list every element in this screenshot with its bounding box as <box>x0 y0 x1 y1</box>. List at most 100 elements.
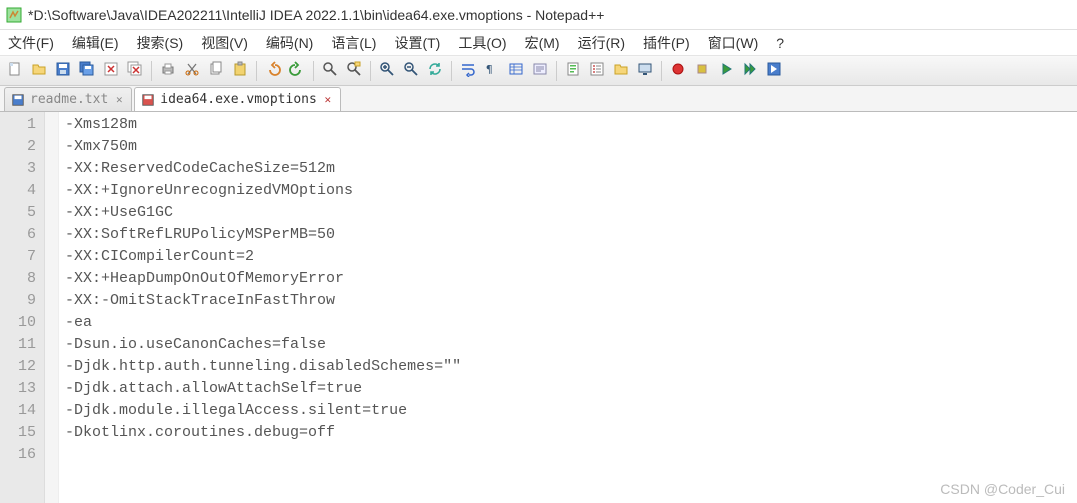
replace-button[interactable] <box>343 60 365 82</box>
close-icon <box>103 61 119 80</box>
code-line[interactable]: -ea <box>65 312 1071 334</box>
open-file-button[interactable] <box>28 60 50 82</box>
tab-label: readme.txt <box>30 92 108 107</box>
menu-item-9[interactable]: 运行(R) <box>578 33 625 53</box>
print-icon <box>160 61 176 80</box>
find-button[interactable] <box>319 60 341 82</box>
save-macro-icon <box>766 61 782 80</box>
save-macro-button[interactable] <box>763 60 785 82</box>
close-button[interactable] <box>100 60 122 82</box>
code-line[interactable]: -XX:+UseG1GC <box>65 202 1071 224</box>
menu-bar: 文件(F) 编辑(E) 搜索(S) 视图(V) 编码(N) 语言(L) 设置(T) 工具(O)… <box>0 30 1077 56</box>
zoom-out-button[interactable] <box>400 60 422 82</box>
line-number: 5 <box>18 202 36 224</box>
line-number: 3 <box>18 158 36 180</box>
code-line[interactable]: -XX:SoftRefLRUPolicyMSPerMB=50 <box>65 224 1071 246</box>
tab-idea64-exe-vmoptions[interactable]: idea64.exe.vmoptions ✕ <box>134 87 341 111</box>
line-number: 16 <box>18 444 36 466</box>
menu-item-11[interactable]: 窗口(W) <box>708 33 759 53</box>
editor-area: 12345678910111213141516 -Xms128m-Xmx750m… <box>0 112 1077 503</box>
tab-readme-txt[interactable]: readme.txt ✕ <box>4 87 132 111</box>
undo-icon <box>265 61 281 80</box>
code-line[interactable]: -Dsun.io.useCanonCaches=false <box>65 334 1071 356</box>
code-line[interactable]: -XX:+HeapDumpOnOutOfMemoryError <box>65 268 1071 290</box>
play-macro-button[interactable] <box>715 60 737 82</box>
save-all-icon <box>79 61 95 80</box>
paste-icon <box>232 61 248 80</box>
code-line[interactable]: -Xmx750m <box>65 136 1071 158</box>
menu-item-12[interactable]: ? <box>776 35 784 51</box>
close-all-button[interactable] <box>124 60 146 82</box>
copy-button[interactable] <box>205 60 227 82</box>
menu-item-1[interactable]: 编辑(E) <box>72 33 119 53</box>
code-line[interactable]: -XX:ReservedCodeCacheSize=512m <box>65 158 1071 180</box>
undo-button[interactable] <box>262 60 284 82</box>
lang-icon <box>532 61 548 80</box>
menu-item-2[interactable]: 搜索(S) <box>137 33 184 53</box>
word-wrap-button[interactable] <box>457 60 479 82</box>
zoom-out-icon <box>403 61 419 80</box>
save-icon <box>11 93 25 107</box>
folder-button[interactable] <box>610 60 632 82</box>
fold-margin <box>45 112 59 503</box>
code-line[interactable]: -Djdk.module.illegalAccess.silent=true <box>65 400 1071 422</box>
toolbar-separator <box>451 61 452 81</box>
toolbar-separator <box>661 61 662 81</box>
code-line[interactable]: -XX:CICompilerCount=2 <box>65 246 1071 268</box>
close-all-icon <box>127 61 143 80</box>
code-line[interactable]: -XX:-OmitStackTraceInFastThrow <box>65 290 1071 312</box>
code-line[interactable]: -Djdk.http.auth.tunneling.disabledScheme… <box>65 356 1071 378</box>
line-number: 14 <box>18 400 36 422</box>
record-macro-button[interactable] <box>667 60 689 82</box>
open-file-icon <box>31 61 47 80</box>
menu-item-7[interactable]: 工具(O) <box>458 33 506 53</box>
menu-item-8[interactable]: 宏(M) <box>525 33 560 53</box>
paste-button[interactable] <box>229 60 251 82</box>
play-macro-icon <box>718 61 734 80</box>
fast-macro-button[interactable] <box>739 60 761 82</box>
indent-guide-icon <box>508 61 524 80</box>
sync-button[interactable] <box>424 60 446 82</box>
menu-item-10[interactable]: 插件(P) <box>643 33 690 53</box>
menu-item-3[interactable]: 视图(V) <box>201 33 248 53</box>
monitor-icon <box>637 61 653 80</box>
code-line[interactable]: -Djdk.attach.allowAttachSelf=true <box>65 378 1071 400</box>
lang-button[interactable] <box>529 60 551 82</box>
toolbar-separator <box>556 61 557 81</box>
code-content[interactable]: -Xms128m-Xmx750m-XX:ReservedCodeCacheSiz… <box>59 112 1077 503</box>
close-tab-icon[interactable]: ✕ <box>113 94 125 106</box>
doc-map-button[interactable] <box>562 60 584 82</box>
toolbar-separator <box>256 61 257 81</box>
menu-item-5[interactable]: 语言(L) <box>331 33 376 53</box>
menu-item-0[interactable]: 文件(F) <box>8 33 54 53</box>
print-button[interactable] <box>157 60 179 82</box>
show-all-chars-button[interactable]: ¶ <box>481 60 503 82</box>
code-line[interactable]: -Xms128m <box>65 114 1071 136</box>
code-line[interactable]: -XX:+IgnoreUnrecognizedVMOptions <box>65 180 1071 202</box>
new-file-button[interactable] <box>4 60 26 82</box>
cut-button[interactable] <box>181 60 203 82</box>
close-tab-icon[interactable]: ✕ <box>322 94 334 106</box>
redo-button[interactable] <box>286 60 308 82</box>
save-all-button[interactable] <box>76 60 98 82</box>
app-icon <box>6 7 22 23</box>
func-list-button[interactable] <box>586 60 608 82</box>
save-button[interactable] <box>52 60 74 82</box>
redo-icon <box>289 61 305 80</box>
code-line[interactable] <box>65 444 1071 466</box>
stop-macro-button[interactable] <box>691 60 713 82</box>
replace-icon <box>346 61 362 80</box>
line-number: 11 <box>18 334 36 356</box>
copy-icon <box>208 61 224 80</box>
toolbar-separator <box>370 61 371 81</box>
line-number: 7 <box>18 246 36 268</box>
toolbar: ¶ <box>0 56 1077 86</box>
menu-item-6[interactable]: 设置(T) <box>394 33 440 53</box>
tab-label: idea64.exe.vmoptions <box>160 92 317 107</box>
code-line[interactable]: -Dkotlinx.coroutines.debug=off <box>65 422 1071 444</box>
zoom-in-button[interactable] <box>376 60 398 82</box>
indent-guide-button[interactable] <box>505 60 527 82</box>
new-file-icon <box>7 61 23 80</box>
monitor-button[interactable] <box>634 60 656 82</box>
menu-item-4[interactable]: 编码(N) <box>266 33 313 53</box>
